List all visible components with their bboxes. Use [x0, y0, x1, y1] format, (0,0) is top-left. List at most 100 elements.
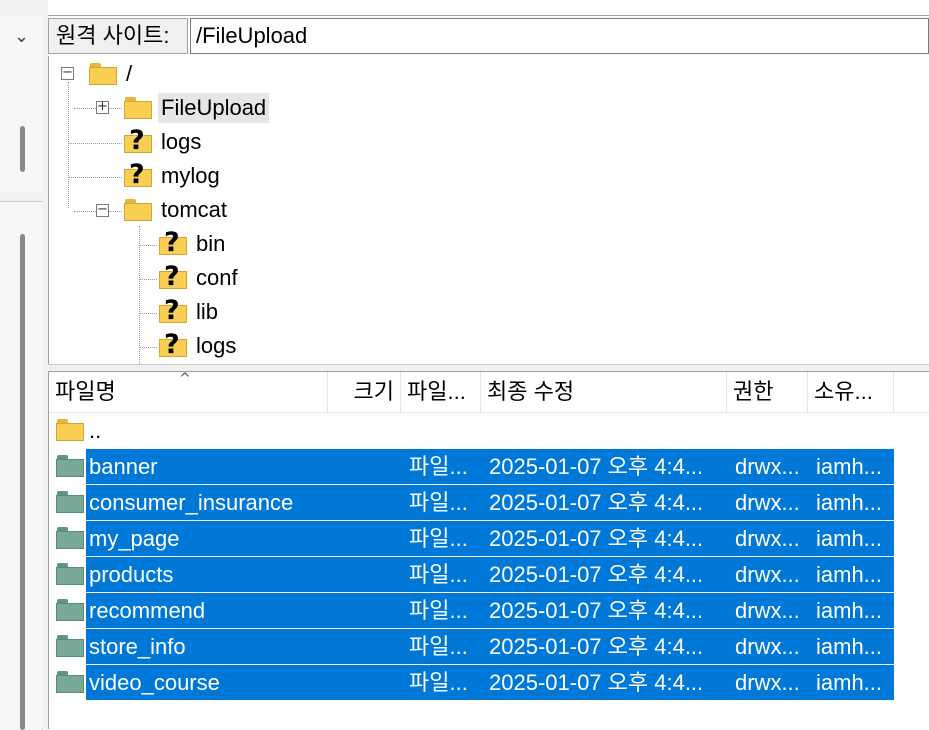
tree-connector: [139, 279, 157, 280]
tree-connector: [139, 347, 157, 348]
collapse-icon[interactable]: −: [96, 203, 109, 217]
cell-owner: iamh...: [816, 598, 883, 623]
remote-site-path-input[interactable]: /FileUpload: [190, 18, 929, 54]
cell-owner: iamh...: [816, 526, 883, 551]
list-header: 파일명 크기 파일... 최종 수정 권한 소유... ^: [49, 372, 929, 413]
cell-permissions: [735, 413, 807, 448]
scrollbar-thumb[interactable]: [20, 234, 25, 730]
tree-item-label: mylog: [161, 163, 220, 188]
expand-icon[interactable]: +: [96, 100, 109, 114]
tree-item-label: logs: [196, 333, 237, 358]
cell-modified: 2025-01-07 오후 4:4...: [489, 454, 704, 479]
cell-owner: iamh...: [816, 634, 883, 659]
cell-permissions: drwx...: [735, 490, 800, 515]
cell-permissions: drwx...: [735, 670, 800, 695]
tree-item-root[interactable]: /: [89, 58, 135, 90]
tree-item-lib[interactable]: ? lib: [159, 296, 221, 328]
table-row[interactable]: banner 파일... 2025-01-07 오후 4:4... drwx... ia…: [49, 449, 929, 484]
folder-icon: [56, 527, 84, 549]
tree-item-bin[interactable]: ? bin: [159, 228, 228, 260]
column-header-permissions[interactable]: 권한: [727, 372, 808, 412]
cell-modified: [489, 413, 725, 448]
tree-item-label: conf: [196, 265, 238, 290]
cell-modified: 2025-01-07 오후 4:4...: [489, 490, 704, 515]
cell-type: [409, 413, 481, 448]
remote-site-label: 원격 사이트:: [48, 18, 188, 54]
cell-type: 파일...: [409, 454, 468, 479]
folder-icon: [56, 599, 84, 621]
table-row[interactable]: my_page 파일... 2025-01-07 오후 4:4... drwx... i…: [49, 521, 929, 556]
cell-permissions: drwx...: [735, 454, 800, 479]
tree-connector: [68, 143, 122, 144]
cell-type: 파일...: [409, 598, 468, 623]
tree-item-label: FileUpload: [158, 93, 270, 123]
cell-type: 파일...: [409, 526, 468, 551]
chevron-down-icon[interactable]: ⌄: [14, 26, 29, 47]
local-site-panel: ⌄: [0, 16, 43, 192]
tree-connector: [139, 245, 157, 246]
tree-connector: [68, 82, 69, 208]
scrollbar-thumb[interactable]: [20, 126, 25, 172]
folder-icon: [124, 199, 152, 221]
table-row[interactable]: ..: [49, 413, 929, 448]
local-file-panel: [0, 201, 43, 730]
folder-icon: [56, 455, 84, 477]
cell-type: 파일...: [409, 490, 468, 515]
cell-permissions: drwx...: [735, 598, 800, 623]
tree-item-logs[interactable]: ? logs: [124, 126, 204, 158]
tree-connector: [68, 177, 122, 178]
cell-owner: iamh...: [816, 454, 883, 479]
tree-connector: [139, 313, 157, 314]
cell-modified: 2025-01-07 오후 4:4...: [489, 526, 704, 551]
column-header-size[interactable]: 크기: [328, 372, 401, 412]
folder-icon: [89, 63, 117, 85]
cell-owner: iamh...: [816, 670, 883, 695]
folder-icon: [56, 635, 84, 657]
tree-item-label: logs: [161, 129, 202, 154]
table-row[interactable]: video_course 파일... 2025-01-07 오후 4:4... drw…: [49, 665, 929, 700]
column-header-modified[interactable]: 최종 수정: [481, 372, 727, 412]
unknown-folder-icon: ?: [159, 262, 187, 292]
cell-name: consumer_insurance: [89, 490, 294, 515]
toolbar-border: [48, 15, 929, 16]
unknown-folder-icon: ?: [124, 160, 152, 190]
table-row[interactable]: products 파일... 2025-01-07 오후 4:4... drwx...…: [49, 557, 929, 592]
folder-icon: [56, 491, 84, 513]
remote-directory-tree: − / + FileUpload ? logs ? mylog − tomcat…: [48, 56, 929, 364]
column-header-owner[interactable]: 소유...: [808, 372, 894, 412]
tree-item-tomcat[interactable]: tomcat: [124, 194, 230, 226]
cell-name: ..: [89, 418, 102, 443]
collapse-icon[interactable]: −: [61, 66, 74, 80]
table-row[interactable]: recommend 파일... 2025-01-07 오후 4:4... drwx..…: [49, 593, 929, 628]
sort-ascending-icon: ^: [179, 372, 191, 387]
folder-icon: [56, 419, 84, 441]
cell-permissions: drwx...: [735, 634, 800, 659]
table-row[interactable]: store_info 파일... 2025-01-07 오후 4:4... drwx.…: [49, 629, 929, 664]
cell-permissions: drwx...: [735, 562, 800, 587]
tree-item-label: lib: [196, 299, 219, 324]
cell-type: 파일...: [409, 634, 468, 659]
cell-modified: 2025-01-07 오후 4:4...: [489, 634, 704, 659]
column-header-type[interactable]: 파일...: [401, 372, 481, 412]
tree-connector: [139, 226, 140, 364]
folder-icon: [56, 563, 84, 585]
folder-icon: [56, 671, 84, 693]
pane-splitter[interactable]: [48, 364, 929, 372]
tree-item-label: /: [126, 61, 133, 86]
unknown-folder-icon: ?: [159, 296, 187, 326]
cell-modified: 2025-01-07 오후 4:4...: [489, 562, 704, 587]
folder-icon: [124, 97, 152, 119]
cell-name: video_course: [89, 670, 220, 695]
tree-item-tomcat-logs[interactable]: ? logs: [159, 330, 239, 362]
tree-item-conf[interactable]: ? conf: [159, 262, 241, 294]
tree-item-label: bin: [196, 231, 226, 256]
cell-type: 파일...: [409, 562, 468, 587]
tree-item-mylog[interactable]: ? mylog: [124, 160, 223, 192]
tree-item-fileupload[interactable]: FileUpload: [124, 92, 270, 124]
cell-name: store_info: [89, 634, 186, 659]
cell-type: 파일...: [409, 670, 468, 695]
unknown-folder-icon: ?: [159, 228, 187, 258]
cell-modified: 2025-01-07 오후 4:4...: [489, 670, 704, 695]
cell-modified: 2025-01-07 오후 4:4...: [489, 598, 704, 623]
table-row[interactable]: consumer_insurance 파일... 2025-01-07 오후 4:4…: [49, 485, 929, 520]
